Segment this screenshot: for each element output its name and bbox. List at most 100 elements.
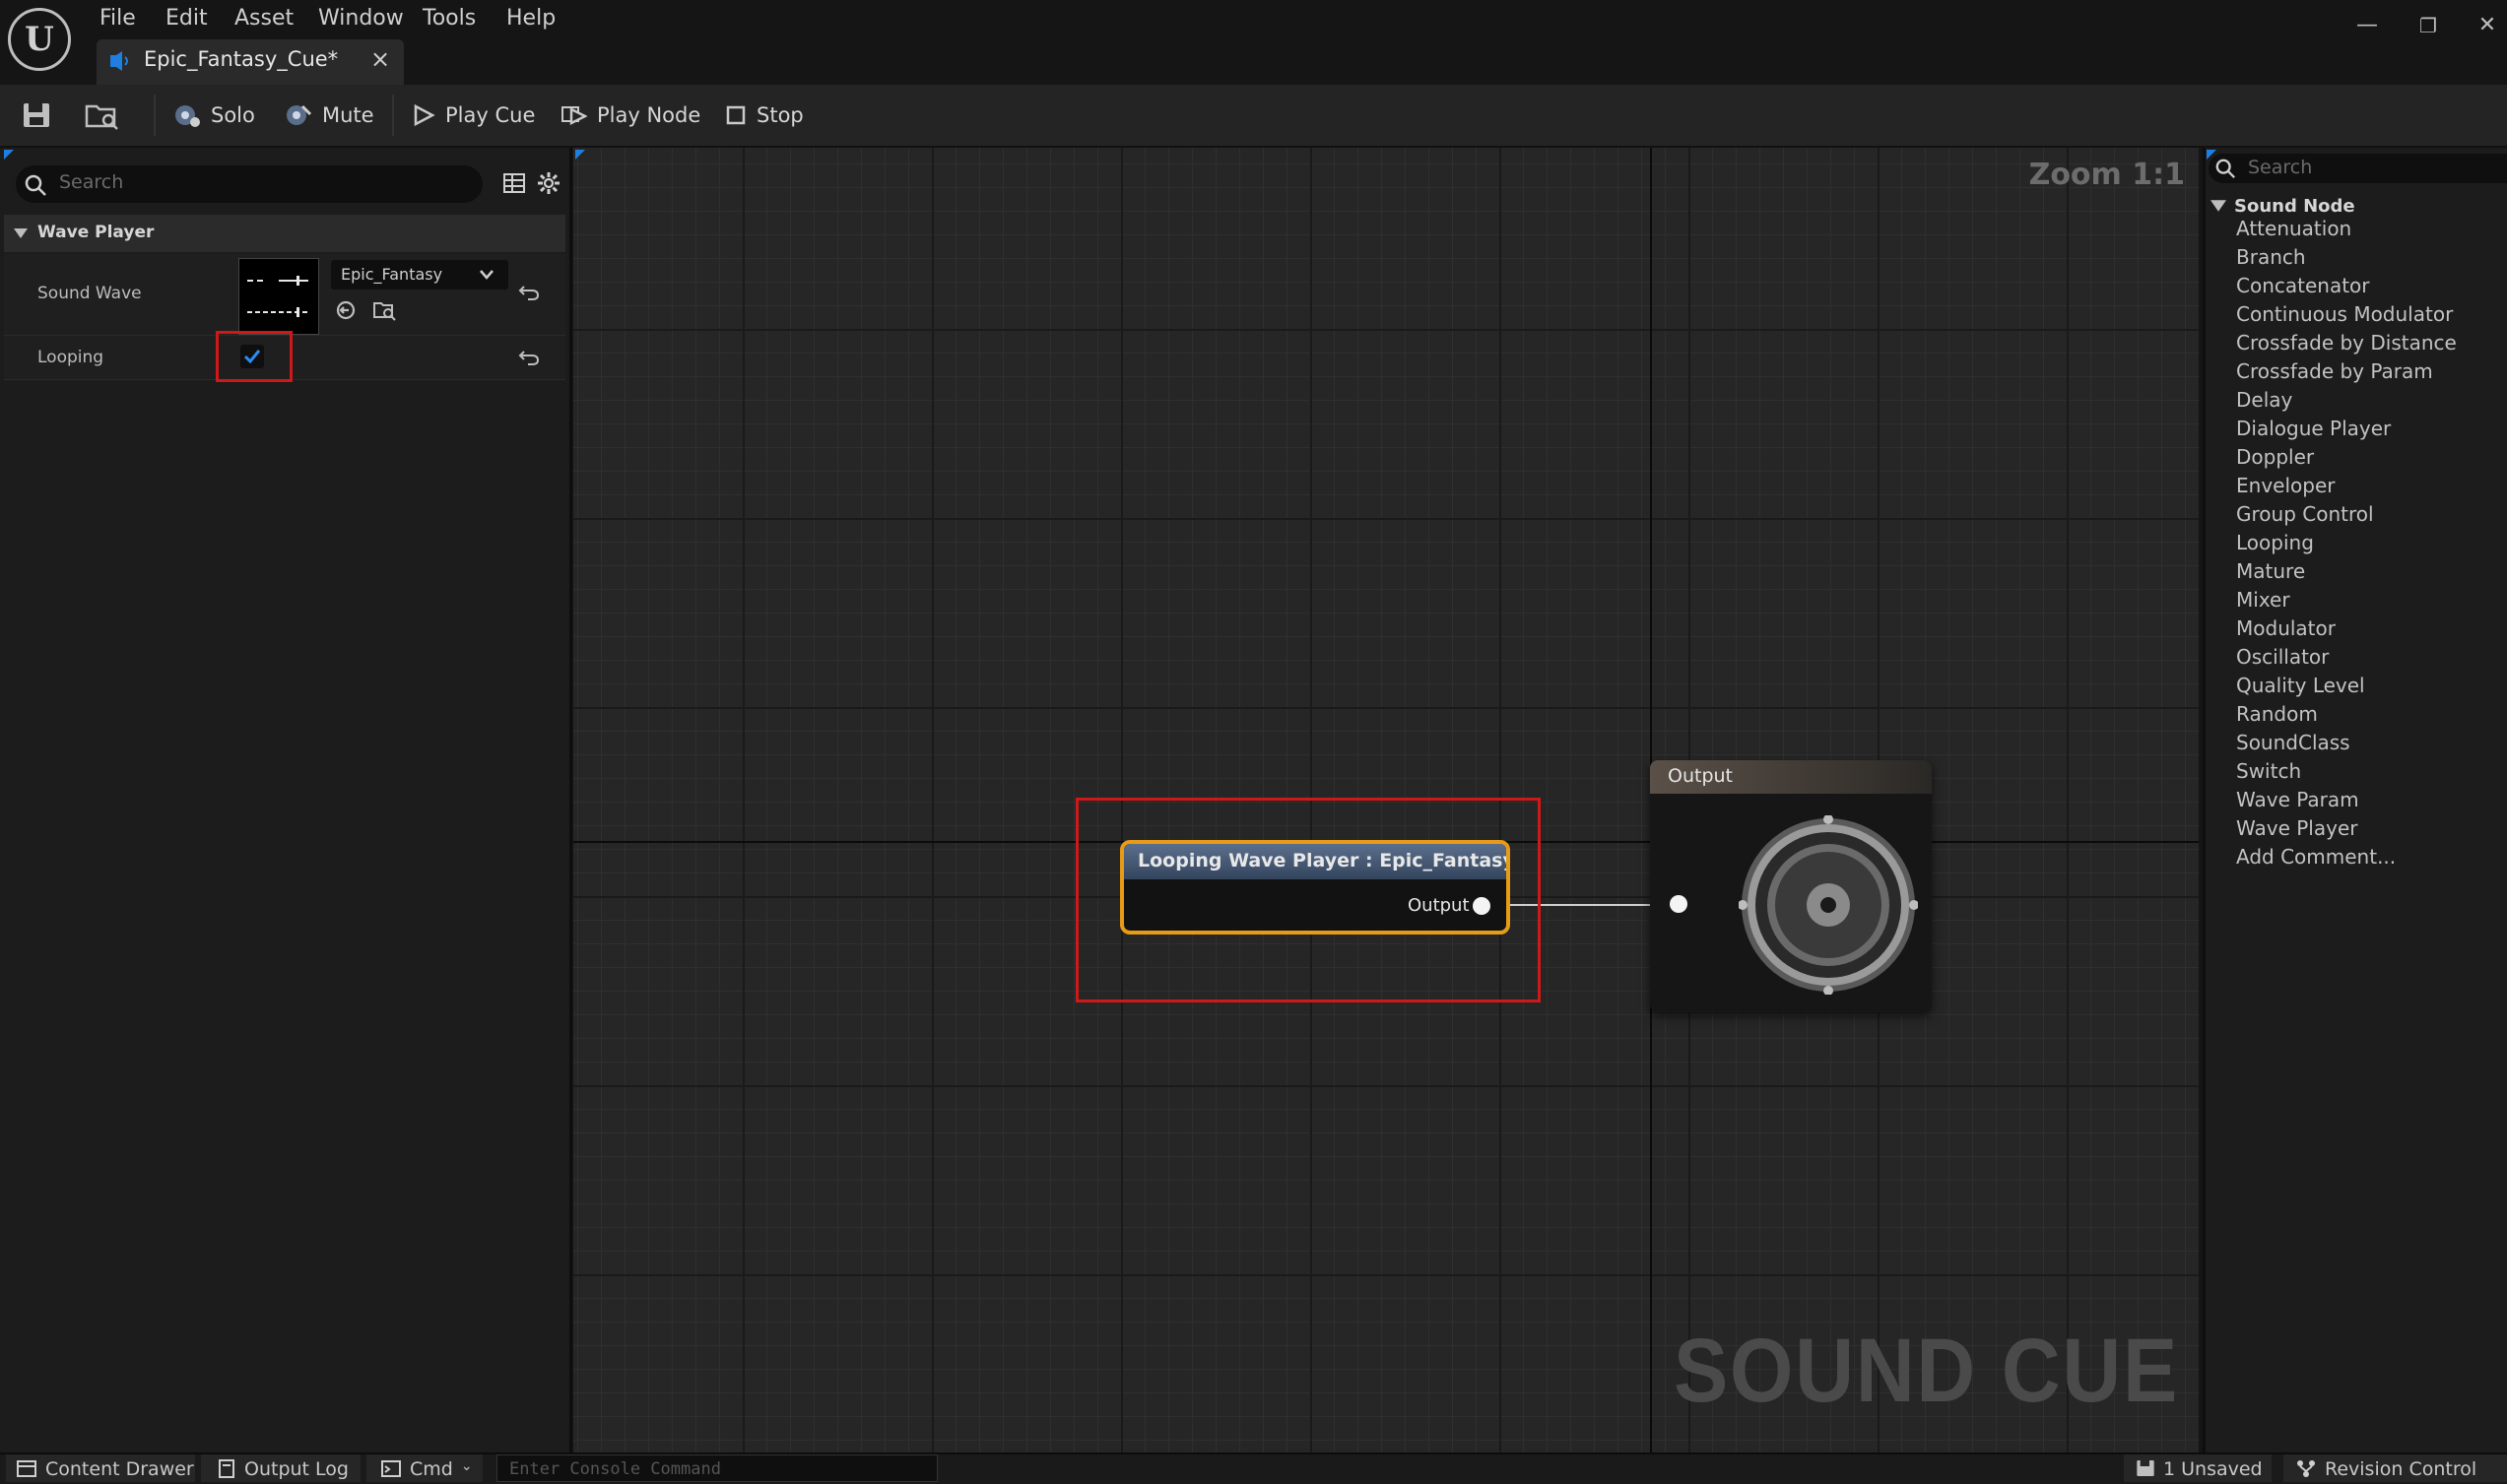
- sound-cue-icon: [110, 51, 128, 71]
- palette-item[interactable]: Concatenator: [2236, 272, 2370, 300]
- panel-corner-marker: [575, 150, 585, 160]
- sound-wave-row: Sound Wave Epic_Fantasy: [4, 254, 565, 336]
- sound-wave-dropdown[interactable]: Epic_Fantasy: [331, 260, 508, 290]
- minimize-button[interactable]: —: [2347, 10, 2387, 41]
- mute-label: Mute: [322, 103, 374, 127]
- wave-player-section-header[interactable]: Wave Player: [4, 215, 565, 252]
- cmd-dropdown[interactable]: Cmd ⌄: [366, 1454, 483, 1482]
- mute-button[interactable]: Mute: [285, 85, 374, 146]
- menu-file[interactable]: File: [99, 2, 136, 35]
- palette-item[interactable]: Continuous Modulator: [2236, 300, 2453, 329]
- palette-category-label: Sound Node: [2234, 195, 2355, 217]
- menu-edit[interactable]: Edit: [165, 2, 208, 35]
- settings-gear-icon[interactable]: [537, 171, 561, 195]
- output-log-button[interactable]: Output Log: [201, 1454, 361, 1482]
- unsaved-indicator[interactable]: 1 Unsaved: [2124, 1454, 2272, 1482]
- palette-item[interactable]: Random: [2236, 700, 2318, 729]
- output-node-input-pin[interactable]: [1670, 895, 1687, 913]
- palette-item[interactable]: Switch: [2236, 757, 2301, 786]
- palette-item[interactable]: Wave Param: [2236, 786, 2359, 814]
- palette-item[interactable]: Doppler: [2236, 443, 2314, 472]
- palette-item[interactable]: Mixer: [2236, 586, 2290, 614]
- palette-item[interactable]: Quality Level: [2236, 672, 2365, 700]
- play-node-button[interactable]: Play Node: [561, 85, 700, 146]
- tab-title: Epic_Fantasy_Cue*: [144, 47, 339, 71]
- console-icon: [381, 1460, 401, 1477]
- palette-item[interactable]: Delay: [2236, 386, 2292, 415]
- output-node-header: Output: [1650, 760, 1932, 794]
- looping-row: Looping: [4, 331, 565, 382]
- sound-wave-thumbnail[interactable]: [238, 258, 319, 335]
- mute-speaker-icon: [287, 104, 312, 125]
- palette-search-input[interactable]: Search: [2209, 154, 2507, 183]
- palette-item[interactable]: Branch: [2236, 243, 2306, 272]
- solo-button[interactable]: Solo: [173, 85, 255, 146]
- table-view-icon[interactable]: [502, 171, 526, 195]
- looping-wave-player-node[interactable]: Looping Wave Player : Epic_Fantasy Outpu…: [1120, 840, 1510, 935]
- looping-highlight-box: [216, 331, 293, 382]
- palette-item[interactable]: Mature: [2236, 557, 2305, 586]
- toolbar-separator: [154, 95, 156, 136]
- palette-item[interactable]: Crossfade by Param: [2236, 357, 2433, 386]
- solo-label: Solo: [211, 103, 255, 127]
- revision-control-icon: [2297, 1460, 2315, 1477]
- use-selected-asset-icon[interactable]: [335, 299, 357, 321]
- content-drawer-label: Content Drawer: [45, 1458, 194, 1480]
- revision-control-button[interactable]: Revision Control: [2283, 1454, 2507, 1482]
- reset-to-default-icon[interactable]: [518, 349, 540, 366]
- console-command-input[interactable]: Enter Console Command: [496, 1454, 938, 1482]
- save-button[interactable]: [22, 85, 51, 146]
- menu-asset[interactable]: Asset: [234, 2, 294, 35]
- unreal-logo-icon[interactable]: U: [8, 8, 71, 71]
- browse-asset-button[interactable]: [85, 85, 120, 146]
- palette-item[interactable]: Group Control: [2236, 500, 2374, 529]
- output-node-title: Output: [1668, 765, 1733, 787]
- cmd-label: Cmd: [410, 1458, 453, 1480]
- revision-control-label: Revision Control: [2325, 1458, 2477, 1480]
- zoom-level: Zoom 1:1: [2028, 158, 2185, 192]
- palette-item[interactable]: Looping: [2236, 529, 2314, 557]
- speaker-icon: [1739, 815, 1918, 995]
- content-drawer-icon: [17, 1460, 36, 1477]
- close-window-button[interactable]: ✕: [2468, 10, 2507, 41]
- play-icon: [414, 103, 435, 127]
- search-icon: [25, 174, 46, 196]
- details-search-placeholder: Search: [59, 171, 124, 193]
- browse-folder-icon[interactable]: [372, 299, 396, 321]
- palette-item[interactable]: Wave Player: [2236, 814, 2358, 843]
- save-icon: [2137, 1460, 2154, 1476]
- play-cue-button[interactable]: Play Cue: [412, 85, 535, 146]
- stop-icon: [726, 105, 746, 125]
- content-drawer-button[interactable]: Content Drawer: [6, 1454, 195, 1482]
- menu-window[interactable]: Window: [318, 2, 404, 35]
- restore-button[interactable]: ❐: [2408, 10, 2448, 41]
- wave-node-output-pin[interactable]: [1473, 897, 1490, 915]
- sound-wave-label: Sound Wave: [37, 284, 142, 303]
- palette-item[interactable]: Crossfade by Distance: [2236, 329, 2457, 357]
- search-icon: [2215, 159, 2235, 178]
- tab-close-icon[interactable]: ×: [370, 45, 390, 73]
- section-title: Wave Player: [37, 223, 155, 242]
- document-tab[interactable]: Epic_Fantasy_Cue* ×: [97, 39, 404, 85]
- palette-item[interactable]: Attenuation: [2236, 215, 2351, 243]
- palette-item[interactable]: Oscillator: [2236, 643, 2329, 672]
- looping-label: Looping: [37, 348, 104, 367]
- output-node[interactable]: Output: [1650, 760, 1932, 1012]
- details-search-input[interactable]: Search: [16, 165, 483, 203]
- stop-button[interactable]: Stop: [725, 85, 804, 146]
- console-placeholder: Enter Console Command: [509, 1459, 721, 1479]
- output-log-icon: [219, 1459, 234, 1478]
- palette-item[interactable]: Enveloper: [2236, 472, 2335, 500]
- palette-item[interactable]: Add Comment...: [2236, 843, 2396, 871]
- reset-to-default-icon[interactable]: [518, 284, 540, 301]
- toolbar-separator: [392, 95, 394, 136]
- menu-tools[interactable]: Tools: [423, 2, 476, 35]
- palette-item[interactable]: Dialogue Player: [2236, 415, 2391, 443]
- sound-cue-watermark: SOUND CUE: [1673, 1321, 2179, 1421]
- collapse-arrow-icon: [14, 228, 28, 238]
- unsaved-label: 1 Unsaved: [2163, 1458, 2263, 1480]
- palette-item[interactable]: SoundClass: [2236, 729, 2350, 757]
- chevron-down-icon: ⌄: [460, 1458, 473, 1474]
- palette-item[interactable]: Modulator: [2236, 614, 2336, 643]
- menu-help[interactable]: Help: [506, 2, 556, 35]
